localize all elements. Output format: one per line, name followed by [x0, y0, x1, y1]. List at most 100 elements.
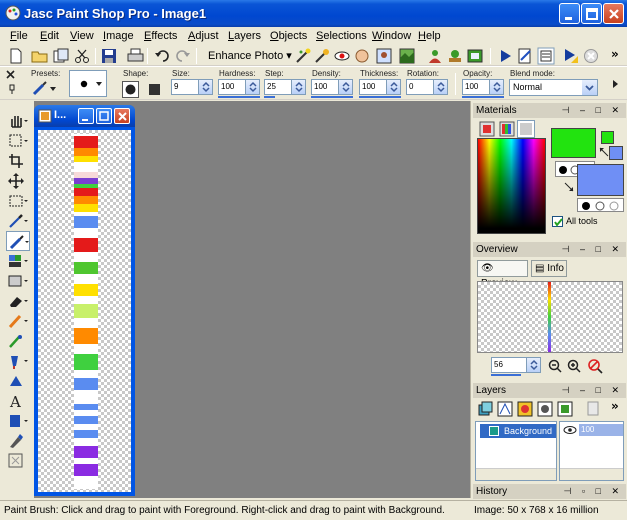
skin-smoothing-icon[interactable]: [354, 48, 370, 64]
layers-overflow[interactable]: »: [611, 399, 619, 413]
script-edit-icon[interactable]: [517, 48, 533, 64]
eraser-tool[interactable]: [6, 291, 30, 311]
stop-script-icon[interactable]: [583, 48, 599, 64]
one-step-photo-fix-icon[interactable]: [295, 48, 311, 64]
zoom-in-icon[interactable]: [567, 359, 581, 373]
photo-frame-icon[interactable]: [467, 48, 483, 64]
image-window-titlebar[interactable]: I...: [34, 105, 135, 127]
color-spectrum[interactable]: [477, 138, 546, 234]
selection-tool[interactable]: [6, 191, 30, 211]
retouch-tool[interactable]: [6, 331, 30, 351]
thickness-spin-arrows[interactable]: [386, 80, 400, 94]
text-tool[interactable]: A: [6, 391, 30, 411]
image-canvas[interactable]: [38, 130, 131, 492]
layer-row-background[interactable]: Background: [480, 424, 556, 438]
step-slider[interactable]: [264, 96, 275, 98]
close-options-icon[interactable]: [6, 70, 16, 80]
zoom-spin-arrows[interactable]: [526, 358, 540, 372]
people-icon[interactable]: [427, 48, 443, 64]
open-folder-icon[interactable]: [31, 48, 49, 64]
browse-icon[interactable]: [53, 48, 69, 64]
new-raster-layer-icon[interactable]: [477, 401, 493, 417]
pan-tool[interactable]: [6, 111, 30, 131]
pick-tool[interactable]: [6, 131, 30, 151]
thickness-slider[interactable]: [359, 96, 401, 98]
airbrush-tool[interactable]: [6, 311, 30, 331]
zoom-reset-icon[interactable]: [587, 358, 603, 374]
move-tool[interactable]: [6, 171, 30, 191]
history-window-controls[interactable]: ⊣ ▫ □ ✕: [563, 484, 623, 499]
crop-tool[interactable]: [6, 151, 30, 171]
overview-window-controls[interactable]: ⊣ ‒ □ ✕: [562, 242, 623, 257]
density-slider[interactable]: [311, 96, 353, 98]
shape-tool[interactable]: [6, 411, 30, 431]
menu-view[interactable]: View: [70, 30, 94, 42]
image-maximize-button[interactable]: [96, 108, 112, 124]
menu-layers[interactable]: Layers: [228, 30, 261, 42]
menu-objects[interactable]: Objects: [270, 30, 307, 42]
background-small-swatch[interactable]: [609, 146, 623, 160]
clone-brush-tool[interactable]: [6, 251, 30, 271]
layer-group-icon[interactable]: [557, 401, 573, 417]
layers-titlebar[interactable]: Layers ⊣ ‒ □ ✕: [473, 383, 626, 398]
scissors-icon[interactable]: [74, 48, 90, 64]
menu-file[interactable]: File: [10, 30, 28, 42]
round-shape-icon[interactable]: [122, 81, 139, 98]
menu-window[interactable]: Window: [372, 30, 411, 42]
color-replacer-tool[interactable]: [6, 271, 30, 291]
overview-preview[interactable]: [477, 281, 623, 353]
new-mask-layer-icon[interactable]: [537, 401, 553, 417]
new-file-icon[interactable]: [9, 48, 23, 64]
object-selector-tool[interactable]: [6, 451, 30, 471]
materials-titlebar[interactable]: Materials ⊣ ‒ □ ✕: [473, 103, 626, 118]
size-spin-arrows[interactable]: [198, 80, 212, 94]
density-input[interactable]: 100: [311, 79, 353, 95]
square-shape-icon[interactable]: [146, 81, 163, 98]
swap-materials-icon[interactable]: [563, 181, 575, 193]
zoom-slider[interactable]: [491, 374, 521, 376]
new-adjustment-layer-icon[interactable]: [517, 401, 533, 417]
tab-info[interactable]: ▤ Info: [531, 260, 567, 277]
opacity-spin-arrows[interactable]: [489, 80, 503, 94]
dropper-tool[interactable]: [6, 211, 30, 231]
blend-mode-select[interactable]: Normal: [509, 79, 598, 96]
layer-props-hscroll[interactable]: [560, 468, 623, 480]
layer-opacity-bar[interactable]: 100: [579, 424, 623, 436]
size-input[interactable]: 9: [171, 79, 213, 95]
run-script-icon[interactable]: [563, 48, 579, 64]
layers-hscroll[interactable]: [476, 468, 556, 480]
preset-brush-icon[interactable]: [32, 80, 56, 96]
density-spin-arrows[interactable]: [338, 80, 352, 94]
landscape-icon[interactable]: [399, 48, 415, 64]
delete-layer-icon[interactable]: [585, 401, 601, 417]
visibility-eye-icon[interactable]: [563, 425, 577, 435]
step-input[interactable]: 25: [264, 79, 306, 95]
menu-help[interactable]: Help: [418, 30, 441, 42]
image-window[interactable]: I...: [34, 105, 135, 496]
menu-adjust[interactable]: Adjust: [188, 30, 219, 42]
pen-tool[interactable]: [6, 431, 30, 451]
background-swatch[interactable]: [577, 164, 624, 196]
materials-window-controls[interactable]: ⊣ ‒ □ ✕: [562, 103, 623, 118]
hat-icon[interactable]: [447, 48, 463, 64]
rotation-spin-arrows[interactable]: [433, 80, 447, 94]
script-toggle-icon[interactable]: [537, 47, 555, 65]
all-tools-checkbox[interactable]: [552, 216, 563, 227]
thickness-input[interactable]: 100: [359, 79, 401, 95]
foreground-small-swatch[interactable]: [601, 131, 614, 144]
toolbar-overflow[interactable]: »: [611, 47, 619, 61]
minimize-button[interactable]: [559, 3, 580, 24]
swatches-icon[interactable]: [517, 120, 535, 138]
paint-brush-tool[interactable]: [6, 231, 30, 251]
menu-selections[interactable]: Selections: [316, 30, 367, 42]
foreground-swatch[interactable]: [551, 128, 596, 158]
pin-icon[interactable]: [7, 84, 17, 94]
tab-preview[interactable]: 👁Preview: [477, 260, 528, 289]
enhance-photo-menu[interactable]: Enhance Photo ▾: [208, 49, 292, 62]
maximize-button[interactable]: [581, 3, 602, 24]
undo-icon[interactable]: [154, 48, 170, 64]
hardness-spin-arrows[interactable]: [245, 80, 259, 94]
menu-effects[interactable]: Effects: [144, 30, 177, 42]
rotation-input[interactable]: 0: [406, 79, 448, 95]
frame-icon[interactable]: [479, 121, 495, 137]
